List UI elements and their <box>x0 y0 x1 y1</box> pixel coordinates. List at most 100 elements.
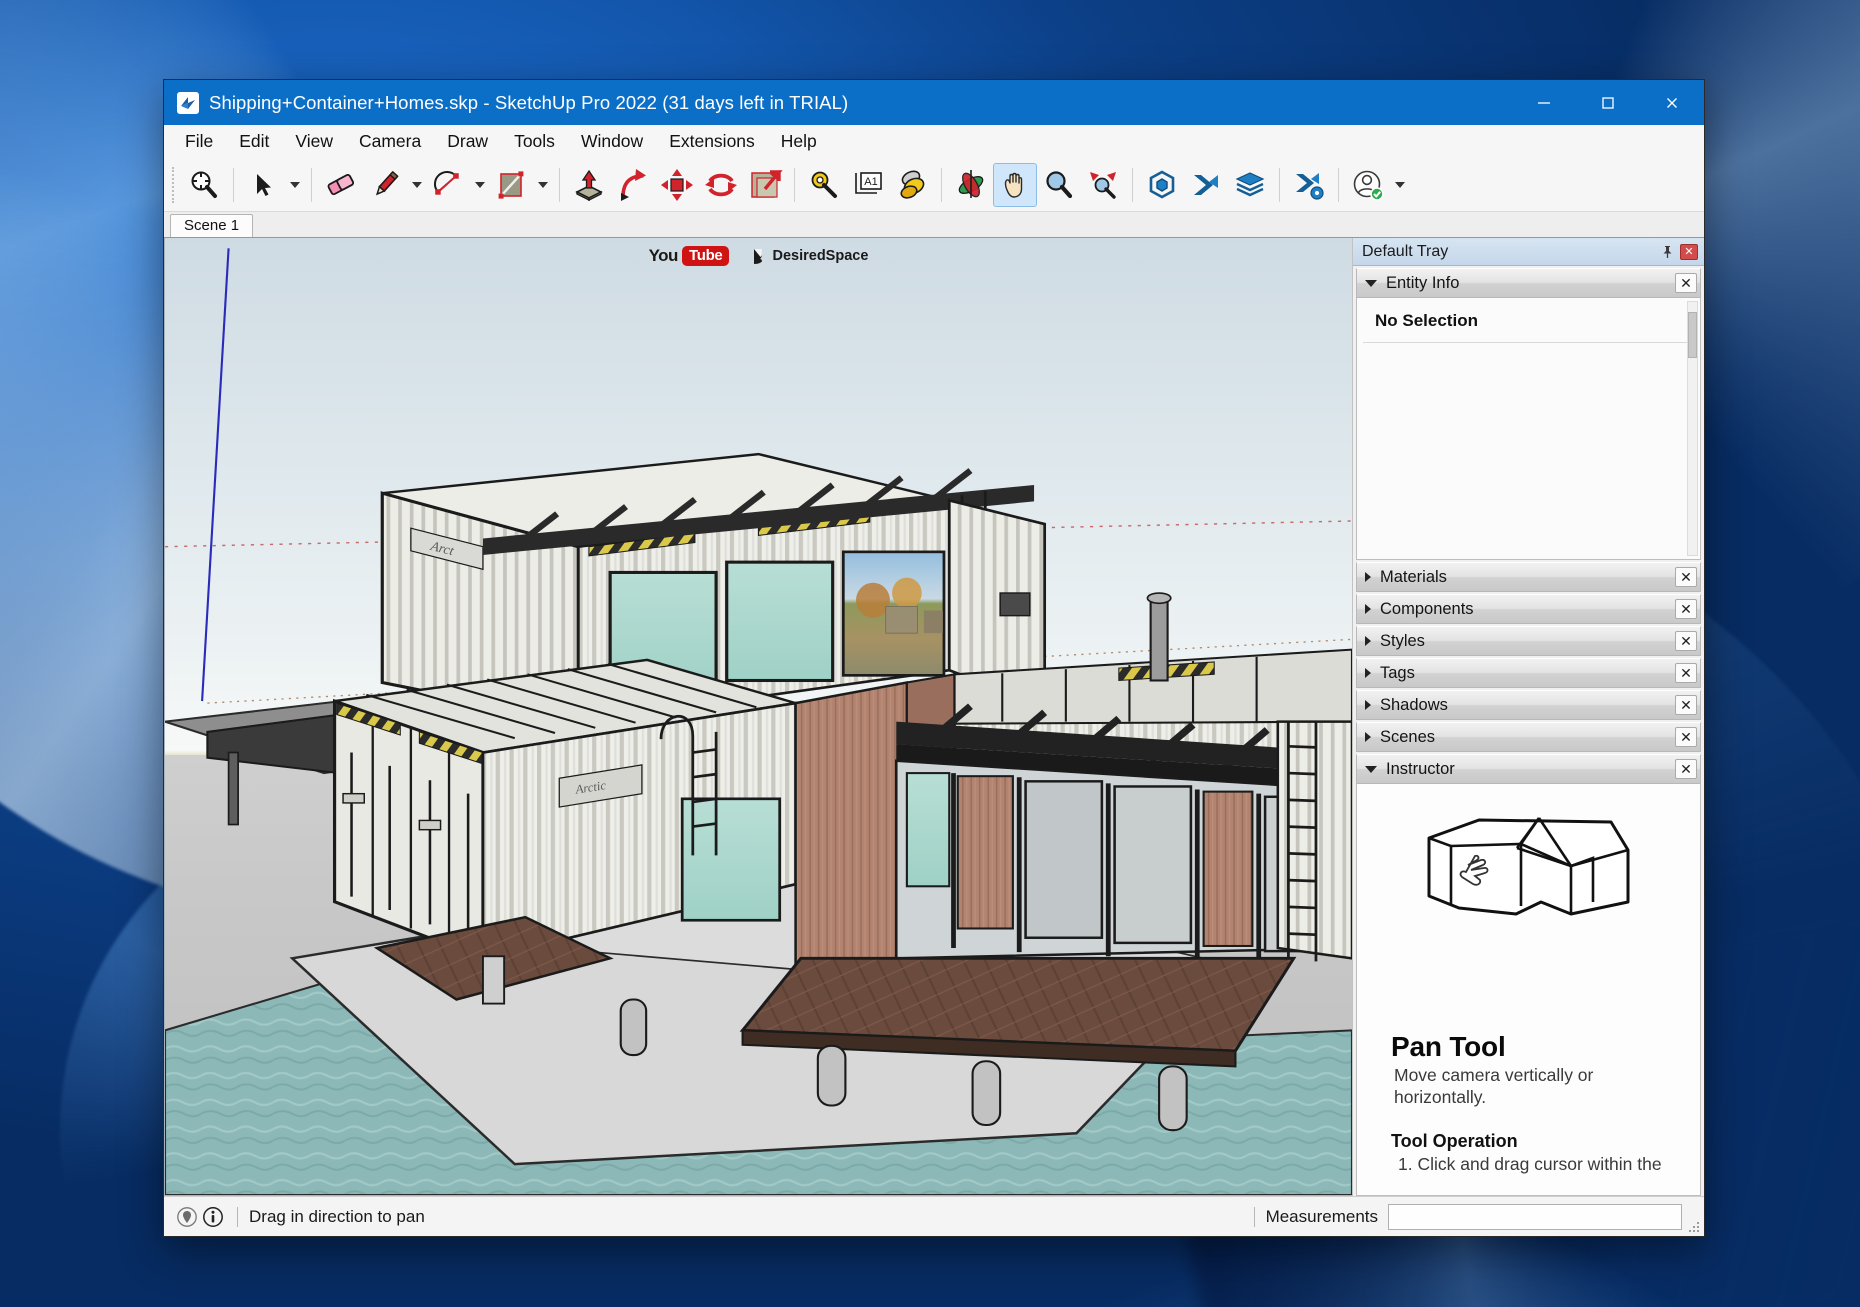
chevron-right-icon <box>1365 732 1371 742</box>
menu-draw[interactable]: Draw <box>434 128 501 155</box>
close-panel-tags[interactable]: ✕ <box>1675 663 1697 683</box>
connect-settings-icon[interactable] <box>1287 163 1331 207</box>
location-pin-icon[interactable] <box>174 1204 200 1230</box>
follow-me-icon[interactable] <box>611 163 655 207</box>
panel-header-tags[interactable]: Tags ✕ <box>1356 658 1701 688</box>
select-dropdown-arrow[interactable] <box>285 163 304 207</box>
toolbar-separator <box>233 168 234 202</box>
close-panel-instructor[interactable]: ✕ <box>1675 759 1697 779</box>
toolbar-separator <box>1338 168 1339 202</box>
resize-grip[interactable] <box>1687 1220 1701 1234</box>
pencil-line-icon[interactable] <box>363 163 407 207</box>
close-panel-components[interactable]: ✕ <box>1675 599 1697 619</box>
window-controls <box>1512 80 1704 125</box>
close-panel-styles[interactable]: ✕ <box>1675 631 1697 651</box>
status-message: Drag in direction to pan <box>249 1207 425 1227</box>
offset-icon[interactable] <box>743 163 787 207</box>
chevron-down-icon <box>1365 280 1377 287</box>
chevron-down-icon <box>1365 766 1377 773</box>
menu-camera[interactable]: Camera <box>346 128 434 155</box>
menu-file[interactable]: File <box>172 128 226 155</box>
model-viewport[interactable]: You Tube DesiredSpace <box>164 238 1352 1196</box>
menu-tools[interactable]: Tools <box>501 128 568 155</box>
close-panel-scenes[interactable]: ✕ <box>1675 727 1697 747</box>
panel-label-styles: Styles <box>1380 632 1425 651</box>
close-panel-shadows[interactable]: ✕ <box>1675 695 1697 715</box>
eraser-icon[interactable] <box>319 163 363 207</box>
chevron-right-icon <box>1365 604 1371 614</box>
scene-tab-1[interactable]: Scene 1 <box>170 214 253 237</box>
chevron-right-icon <box>1365 668 1371 678</box>
tray-close-button[interactable]: ✕ <box>1680 244 1698 260</box>
3d-warehouse-icon[interactable] <box>1140 163 1184 207</box>
account-dropdown-arrow[interactable] <box>1390 163 1409 207</box>
scrollbar-thumb[interactable] <box>1688 312 1697 358</box>
measurements-divider <box>1254 1207 1255 1227</box>
paint-bucket-icon[interactable] <box>890 163 934 207</box>
layers-stack-icon[interactable] <box>1228 163 1272 207</box>
entity-info-scrollbar[interactable] <box>1687 301 1698 556</box>
toolbar-grip[interactable] <box>172 167 176 203</box>
close-panel-materials[interactable]: ✕ <box>1675 567 1697 587</box>
rectangle-dropdown-arrow[interactable] <box>533 163 552 207</box>
status-bar: Drag in direction to pan Measurements <box>164 1196 1704 1236</box>
panel-header-styles[interactable]: Styles ✕ <box>1356 626 1701 656</box>
menu-extensions[interactable]: Extensions <box>656 128 768 155</box>
pan-hand-icon[interactable] <box>993 163 1037 207</box>
info-circle-icon[interactable] <box>200 1204 226 1230</box>
panel-label-shadows: Shadows <box>1380 696 1448 715</box>
zoom-extents-arrows-icon[interactable] <box>1081 163 1125 207</box>
measurements-group: Measurements <box>1243 1204 1682 1230</box>
rectangle-icon[interactable] <box>489 163 533 207</box>
panel-label-scenes: Scenes <box>1380 728 1435 747</box>
panel-header-scenes[interactable]: Scenes ✕ <box>1356 722 1701 752</box>
panel-header-materials[interactable]: Materials ✕ <box>1356 562 1701 592</box>
default-tray: Default Tray ✕ Entity Info ✕ No Selecti <box>1352 238 1704 1196</box>
sketchup-window: Shipping+Container+Homes.skp - SketchUp … <box>163 79 1705 1237</box>
select-arrow-icon[interactable] <box>241 163 285 207</box>
line-dropdown-arrow[interactable] <box>407 163 426 207</box>
toolbar-separator <box>794 168 795 202</box>
tape-measure-icon[interactable] <box>802 163 846 207</box>
menu-window[interactable]: Window <box>568 128 656 155</box>
toolbar-separator <box>559 168 560 202</box>
minimize-button[interactable] <box>1512 80 1576 125</box>
menu-edit[interactable]: Edit <box>226 128 282 155</box>
chevron-right-icon <box>1365 636 1371 646</box>
menu-view[interactable]: View <box>282 128 346 155</box>
move-icon[interactable] <box>655 163 699 207</box>
account-avatar-icon[interactable] <box>1346 163 1390 207</box>
toolbar-separator <box>1132 168 1133 202</box>
trimble-connect-icon[interactable] <box>1184 163 1228 207</box>
push-pull-icon[interactable] <box>567 163 611 207</box>
close-button[interactable] <box>1640 80 1704 125</box>
pin-icon[interactable] <box>1658 243 1676 261</box>
maximize-button[interactable] <box>1576 80 1640 125</box>
chevron-right-icon <box>1365 572 1371 582</box>
dimension-icon[interactable]: A1 <box>846 163 890 207</box>
arc-icon[interactable] <box>426 163 470 207</box>
measurements-input[interactable] <box>1388 1204 1682 1230</box>
panel-header-components[interactable]: Components ✕ <box>1356 594 1701 624</box>
panel-label-materials: Materials <box>1380 568 1447 587</box>
zoom-magnifier-icon[interactable] <box>1037 163 1081 207</box>
measurements-label: Measurements <box>1266 1207 1378 1227</box>
toolbar-separator <box>311 168 312 202</box>
rotate-icon[interactable] <box>699 163 743 207</box>
instructor-text: Pan Tool Move camera vertically or horiz… <box>1357 1031 1700 1175</box>
instructor-body: Pan Tool Move camera vertically or horiz… <box>1356 784 1701 1196</box>
close-panel-entity-info[interactable]: ✕ <box>1675 273 1697 293</box>
instructor-section-title: Tool Operation <box>1391 1131 1680 1152</box>
arc-dropdown-arrow[interactable] <box>470 163 489 207</box>
instructor-step-1: 1. Click and drag cursor within the <box>1398 1154 1680 1175</box>
panel-header-entity-info[interactable]: Entity Info ✕ <box>1356 268 1701 298</box>
zoom-extents-icon[interactable] <box>182 163 226 207</box>
panel-label-tags: Tags <box>1380 664 1415 683</box>
menu-help[interactable]: Help <box>768 128 830 155</box>
panel-header-shadows[interactable]: Shadows ✕ <box>1356 690 1701 720</box>
panel-label-entity-info: Entity Info <box>1386 274 1459 293</box>
panel-header-instructor[interactable]: Instructor ✕ <box>1356 754 1701 784</box>
panel-label-components: Components <box>1380 600 1474 619</box>
orbit-icon[interactable] <box>949 163 993 207</box>
menubar: File Edit View Camera Draw Tools Window … <box>164 125 1704 158</box>
